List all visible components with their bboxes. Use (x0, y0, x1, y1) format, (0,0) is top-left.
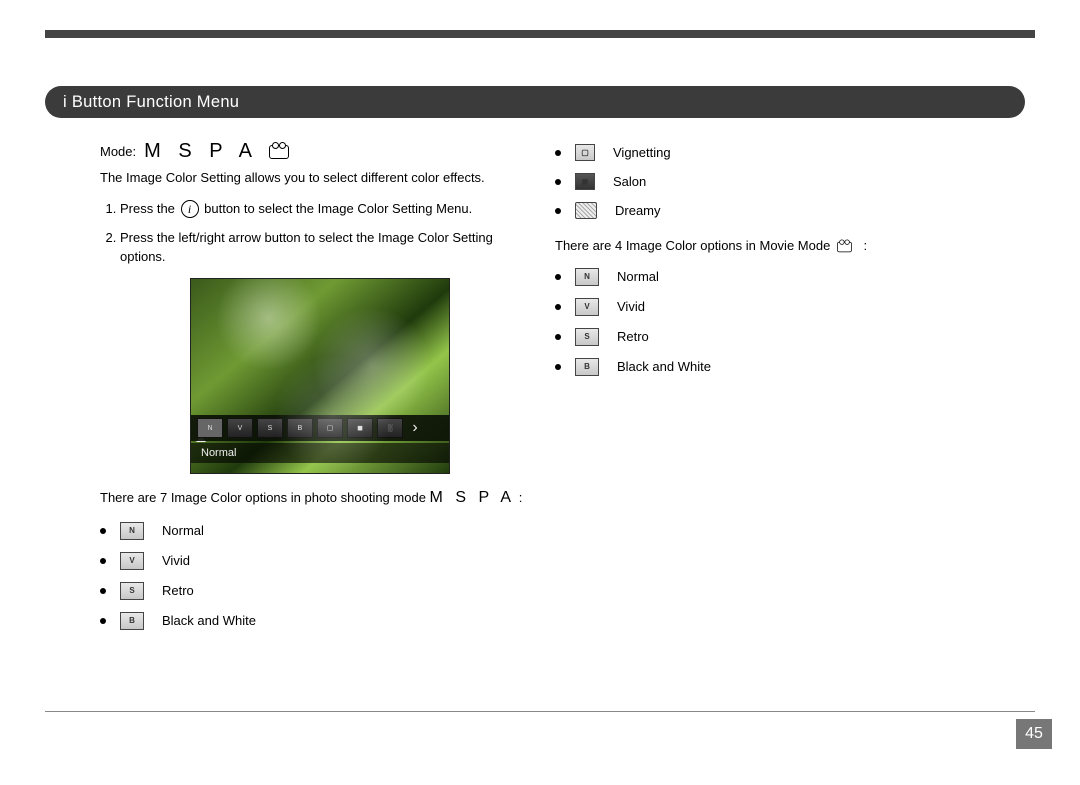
bottom-rule (45, 711, 1035, 712)
mode-label: Mode: (100, 144, 136, 159)
option-icon: ◼ (575, 173, 595, 190)
left-column: Mode: M S P A The Image Color Setting al… (100, 140, 525, 642)
option-label: Vivid (617, 299, 645, 314)
bullet-icon (100, 528, 106, 534)
option-icon: ▢ (575, 144, 595, 161)
bullet-icon (555, 208, 561, 214)
option-row: V Vivid (100, 552, 525, 570)
option-row: S Retro (100, 582, 525, 600)
bullet-icon (555, 364, 561, 370)
i-button-icon: i (181, 200, 199, 218)
preview-label: Normal (201, 447, 236, 459)
option-label: Black and White (617, 359, 711, 374)
camera-preview: N V S B ▢ ◼ ░ › Normal (190, 278, 450, 474)
bullet-icon (100, 618, 106, 624)
right-column: ▢ Vignetting ◼ Salon Dreamy There are 4 Im… (525, 140, 980, 642)
option-label: Dreamy (615, 203, 661, 218)
mode-icons: M S P A (144, 140, 258, 163)
page-number: 45 (1016, 719, 1052, 749)
option-label: Vivid (162, 553, 190, 568)
option-icon: B (575, 358, 599, 376)
strip-option: ░ (377, 418, 403, 438)
bullet-icon (100, 558, 106, 564)
option-label: Black and White (162, 613, 256, 628)
section-title: i Button Function Menu (63, 93, 239, 112)
selection-arrow-icon (196, 436, 206, 442)
movie-options-list: N Normal V Vivid S Retro B Black and White (555, 268, 980, 376)
movie-options-intro: There are 4 Image Color options in Movie… (555, 237, 980, 256)
option-label: Retro (617, 329, 649, 344)
strip-option: B (287, 418, 313, 438)
step-2: Press the left/right arrow button to sel… (120, 229, 525, 267)
content-columns: Mode: M S P A The Image Color Setting al… (100, 140, 980, 642)
bullet-icon (555, 274, 561, 280)
bullet-icon (555, 334, 561, 340)
option-row: ◼ Salon (555, 173, 980, 190)
option-row: Dreamy (555, 202, 980, 219)
option-label: Salon (613, 174, 646, 189)
section-header-pill: i Button Function Menu (45, 86, 1025, 118)
option-icon: N (575, 268, 599, 286)
option-icon: S (120, 582, 144, 600)
option-icon (575, 202, 597, 219)
top-band (45, 30, 1035, 38)
option-row: B Black and White (100, 612, 525, 630)
option-icon: N (120, 522, 144, 540)
option-label: Retro (162, 583, 194, 598)
option-icon: V (120, 552, 144, 570)
strip-option: N (197, 418, 223, 438)
photo-options-continued: ▢ Vignetting ◼ Salon Dreamy (555, 144, 980, 219)
option-row: N Normal (555, 268, 980, 286)
option-row: N Normal (100, 522, 525, 540)
manual-page: i Button Function Menu Mode: M S P A The… (0, 0, 1080, 785)
section-header-row: i Button Function Menu (45, 86, 1035, 118)
option-icon: B (120, 612, 144, 630)
steps-list: Press the i button to select the Image C… (100, 200, 525, 267)
bullet-icon (555, 304, 561, 310)
photo-options-list: N Normal V Vivid S Retro B Black and White (100, 522, 525, 630)
color-option-strip: N V S B ▢ ◼ ░ › (191, 415, 449, 441)
option-row: V Vivid (555, 298, 980, 316)
option-label: Normal (162, 523, 204, 538)
strip-next-arrow-icon: › (407, 419, 423, 437)
bullet-icon (555, 150, 561, 156)
strip-option: ▢ (317, 418, 343, 438)
option-row: B Black and White (555, 358, 980, 376)
option-label: Normal (617, 269, 659, 284)
photo-options-intro: There are 7 Image Color options in photo… (100, 486, 525, 509)
intro-text: The Image Color Setting allows you to se… (100, 169, 525, 188)
movie-icon (269, 145, 289, 159)
preview-label-bar: Normal (191, 443, 449, 463)
option-label: Vignetting (613, 145, 671, 160)
movie-icon (837, 241, 852, 252)
mode-icons-small: M S P A (430, 489, 516, 506)
bullet-icon (555, 179, 561, 185)
option-row: S Retro (555, 328, 980, 346)
mode-line: Mode: M S P A (100, 140, 525, 163)
strip-option: V (227, 418, 253, 438)
option-row: ▢ Vignetting (555, 144, 980, 161)
strip-option: S (257, 418, 283, 438)
option-icon: V (575, 298, 599, 316)
step-1: Press the i button to select the Image C… (120, 200, 525, 219)
option-icon: S (575, 328, 599, 346)
bullet-icon (100, 588, 106, 594)
strip-option: ◼ (347, 418, 373, 438)
